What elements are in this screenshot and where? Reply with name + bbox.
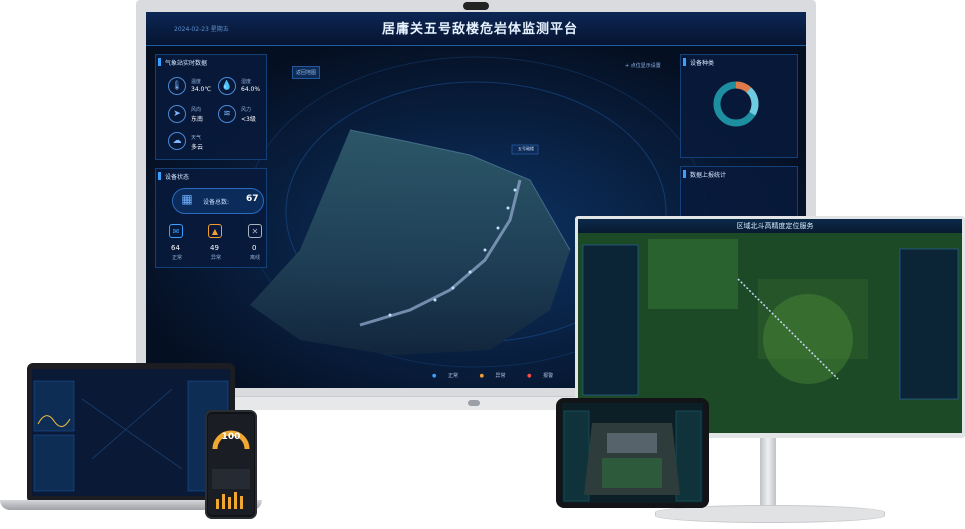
terrain-3d-model[interactable] [240, 110, 600, 360]
phone-screen[interactable] [208, 414, 254, 515]
back-to-map-button[interactable]: 返回地图 [292, 66, 321, 79]
device-types-title: 设备种类 [690, 60, 715, 67]
phone-dashboard [212, 430, 250, 509]
phone-gauge-value: 100 [221, 432, 241, 442]
wind-direction-icon: ➤ [168, 105, 186, 123]
wind-speed-icon: ≋ [218, 105, 236, 123]
legend-alarm: ● 报警 [527, 373, 554, 379]
weather-panel-title: 气象站实时数据 [165, 60, 208, 67]
humidity-value: 64.0% [241, 86, 261, 93]
wind-direction-label: 风向 [191, 107, 202, 113]
wind-direction-value: 东南 [191, 116, 204, 123]
device-total-label: 设备总数: [203, 199, 230, 206]
server-icon: ▦ [181, 192, 193, 206]
panel-accent [158, 172, 161, 180]
thermometer-icon: 🌡 [168, 77, 186, 95]
abnormal-count: 49 [210, 244, 219, 252]
normal-label: 正常 [172, 255, 183, 261]
tower-map-tag[interactable]: 五号敌楼 [518, 146, 534, 152]
weather-label: 天气 [191, 135, 202, 141]
laptop-screen[interactable] [32, 369, 230, 496]
tablet-screen[interactable] [562, 403, 703, 503]
weather-value: 多云 [191, 144, 204, 151]
legend-normal: ● 正常 [432, 373, 458, 379]
panel-accent [683, 170, 686, 178]
device-status-title: 设备状态 [165, 174, 190, 181]
warning-icon: ▲ [208, 224, 222, 238]
legend-warning: ● 异常 [479, 373, 506, 379]
normal-status-icon: ✉ [169, 224, 183, 238]
panel-accent [683, 58, 686, 66]
data-stats-title: 数据上报统计 [690, 172, 727, 179]
platform-title: 居庸关五号敌楼危岩体监测平台 [381, 22, 578, 37]
tablet-dashboard [562, 403, 703, 503]
normal-count: 64 [171, 244, 180, 252]
brand-logo-icon [468, 400, 480, 406]
monitor-title: 区域北斗高精度定位服务 [736, 222, 814, 230]
point-display-settings-button[interactable]: + 点位显示设置 [625, 62, 661, 69]
date-display: 2024-02-23 星期五 [174, 26, 229, 33]
abnormal-label: 异常 [211, 255, 222, 261]
laptop-dashboard [32, 369, 230, 496]
device-types-donut [713, 81, 759, 127]
panel-accent [158, 58, 161, 66]
camera-icon [463, 2, 489, 10]
humidity-icon: 💧 [218, 77, 236, 95]
cloud-icon: ☁ [168, 132, 186, 150]
temperature-value: 34.0℃ [191, 86, 212, 93]
humidity-label: 湿度 [241, 79, 252, 85]
monitor-stand [760, 438, 776, 508]
temperature-label: 温度 [191, 79, 202, 85]
